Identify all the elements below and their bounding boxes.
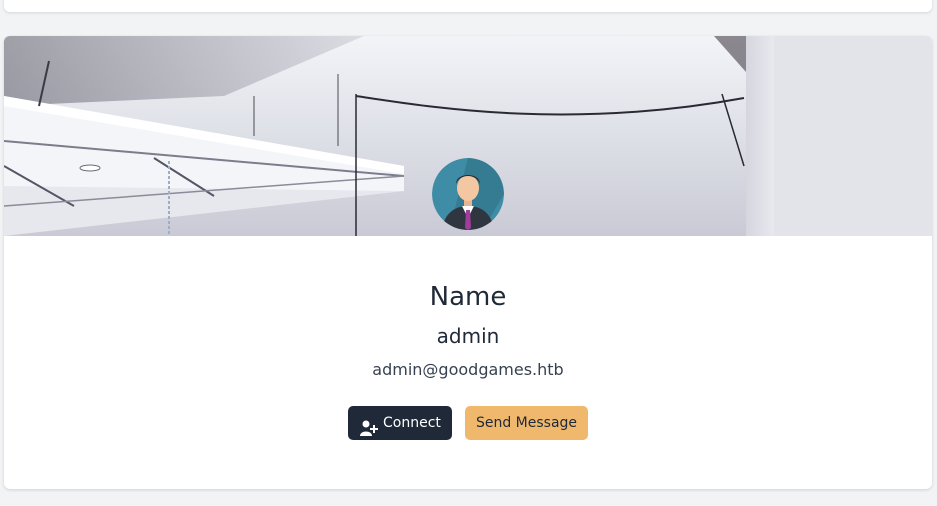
send-message-button[interactable]: Send Message (465, 406, 588, 440)
profile-card: Name admin admin@goodgames.htb Connect S… (4, 36, 932, 489)
connect-button[interactable]: Connect (348, 406, 452, 440)
profile-username: admin (436, 324, 500, 348)
top-card (4, 0, 932, 12)
profile-name-heading: Name (429, 282, 507, 312)
profile-body: Name admin admin@goodgames.htb Connect S… (4, 236, 932, 489)
connect-button-label: Connect (383, 415, 441, 431)
avatar (432, 158, 504, 230)
profile-email: admin@goodgames.htb (372, 360, 564, 379)
user-avatar-icon (432, 158, 504, 230)
cover-image (4, 36, 932, 236)
user-plus-icon (360, 415, 378, 436)
profile-actions: Connect Send Message (4, 406, 932, 440)
